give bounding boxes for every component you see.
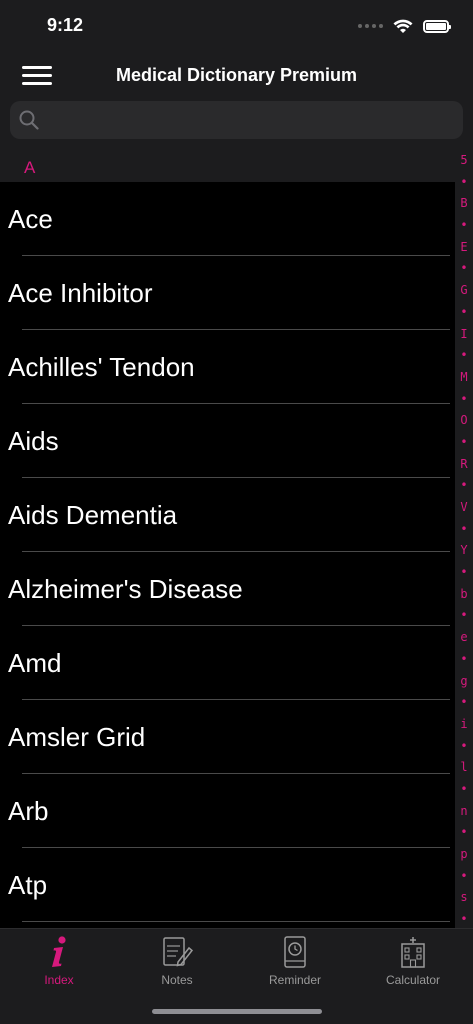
notes-icon (163, 937, 194, 967)
page-title: Medical Dictionary Premium (115, 65, 358, 85)
index-letter[interactable]: p (460, 844, 467, 866)
term-list[interactable]: Ace Ace Inhibitor Achilles' Tendon Aids Aids… (0, 182, 455, 928)
index-letter[interactable]: • (460, 605, 467, 627)
tab-index[interactable]: Index (0, 935, 118, 991)
index-letter[interactable]: • (460, 692, 467, 714)
tab-bar: Index Notes Reminder Calculator (0, 928, 473, 1024)
index-letter[interactable]: n (460, 801, 467, 823)
index-letter[interactable]: E (460, 237, 467, 259)
list-item[interactable]: Alzheimer's Disease (0, 552, 455, 626)
status-bar: 9:12 (0, 0, 473, 52)
section-header: A (0, 146, 473, 182)
list-item-label: Achilles' Tendon (8, 352, 195, 382)
index-letter[interactable]: R (460, 454, 467, 476)
list-item-label: Alzheimer's Disease (8, 574, 243, 604)
index-scrubber[interactable]: 5 • B • E • G • I • M • O • R • V • Y • b • e • g • i • l • n • p • s • (455, 146, 473, 928)
search-icon (19, 110, 39, 130)
home-indicator (152, 1009, 322, 1014)
tab-notes[interactable]: Notes (118, 935, 236, 991)
status-icons (358, 16, 451, 36)
search-input[interactable] (50, 101, 453, 141)
list-item[interactable]: Arb (0, 774, 455, 848)
signal-icon (358, 24, 383, 28)
list-item-label: Ace (8, 204, 53, 234)
index-letter[interactable]: g (460, 671, 467, 693)
tab-label-index: Index (44, 973, 74, 987)
index-letter[interactable]: 5 (460, 150, 467, 172)
index-letter[interactable]: • (460, 302, 467, 324)
index-letter[interactable]: • (460, 822, 467, 844)
index-letter[interactable]: • (460, 258, 467, 280)
tab-label-calculator: Calculator (385, 973, 441, 987)
list-item-label: Ace Inhibitor (8, 278, 153, 308)
info-icon (52, 936, 66, 967)
list-item-label: Amd (8, 648, 62, 678)
list-item-label: Aids (8, 426, 59, 456)
index-letter[interactable]: B (460, 193, 467, 215)
index-letter[interactable]: I (460, 324, 467, 346)
reminder-icon (284, 936, 306, 968)
index-letter[interactable]: l (460, 757, 467, 779)
search-field[interactable] (10, 101, 463, 141)
list-item[interactable]: Ace (0, 182, 455, 256)
index-letter[interactable]: • (460, 475, 467, 497)
list-item[interactable]: Achilles' Tendon (0, 330, 455, 404)
tab-label-notes: Notes (161, 973, 193, 987)
index-letter[interactable]: V (460, 497, 467, 519)
index-letter[interactable]: • (460, 345, 467, 367)
index-letter[interactable]: • (460, 215, 467, 237)
index-letter[interactable]: • (460, 432, 467, 454)
index-letter[interactable]: i (460, 714, 467, 736)
index-letter[interactable]: Y (460, 540, 467, 562)
index-letter[interactable]: • (460, 389, 467, 411)
index-letter[interactable]: • (460, 779, 467, 801)
tab-label-reminder: Reminder (268, 973, 322, 987)
section-letter: A (24, 158, 36, 177)
search-area (0, 100, 473, 146)
row-divider (22, 921, 450, 922)
index-letter[interactable]: G (460, 280, 467, 302)
list-item-label: Amsler Grid (8, 722, 146, 752)
list-item[interactable]: Aids (0, 404, 455, 478)
list-item[interactable]: Aids Dementia (0, 478, 455, 552)
list-item[interactable]: Amsler Grid (0, 700, 455, 774)
index-letter[interactable]: s (460, 887, 467, 909)
list-item[interactable]: Ace Inhibitor (0, 256, 455, 330)
list-item[interactable]: Amd (0, 626, 455, 700)
tab-reminder[interactable]: Reminder (236, 935, 354, 991)
wifi-icon (393, 19, 413, 33)
index-letter[interactable]: • (460, 736, 467, 758)
battery-icon (423, 19, 451, 33)
index-letter[interactable]: M (460, 367, 467, 389)
tab-calculator[interactable]: Calculator (354, 935, 472, 991)
index-letter[interactable]: • (460, 649, 467, 671)
list-item-label: Atp (8, 870, 48, 900)
index-letter[interactable]: O (460, 410, 467, 432)
hospital-icon (401, 937, 425, 968)
index-letter[interactable]: b (460, 584, 467, 606)
nav-bar: Medical Dictionary Premium (0, 52, 473, 100)
list-item[interactable]: Atp (0, 848, 455, 922)
list-item-label: Arb (8, 796, 49, 826)
index-letter[interactable]: e (460, 627, 467, 649)
index-letter[interactable]: • (460, 172, 467, 194)
status-time: 9:12 (47, 15, 84, 35)
list-item-label: Aids Dementia (8, 500, 178, 530)
index-letter[interactable]: • (460, 519, 467, 541)
index-letter[interactable]: • (460, 562, 467, 584)
index-letter[interactable]: • (460, 866, 467, 888)
